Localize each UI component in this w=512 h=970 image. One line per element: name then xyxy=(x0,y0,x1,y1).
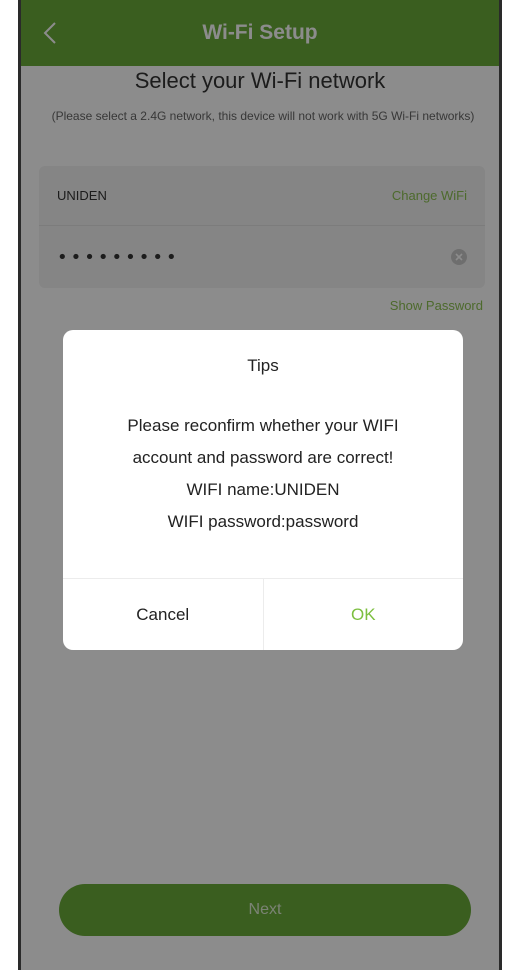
phone-screen: Wi-Fi Setup Select your Wi-Fi network (P… xyxy=(18,0,502,970)
dialog-message-line: WIFI name:UNIDEN xyxy=(186,480,340,499)
ok-button[interactable]: OK xyxy=(264,579,464,650)
tips-dialog: Tips Please reconfirm whether your WIFI … xyxy=(63,330,463,650)
dialog-message: Please reconfirm whether your WIFI accou… xyxy=(63,410,463,538)
dialog-actions: Cancel OK xyxy=(63,578,463,650)
cancel-button[interactable]: Cancel xyxy=(63,579,264,650)
dialog-message-line: account and password are correct! xyxy=(132,448,394,467)
dialog-title: Tips xyxy=(247,356,279,375)
dialog-message-line: WIFI password:password xyxy=(167,512,359,531)
dialog-message-line: Please reconfirm whether your WIFI xyxy=(127,416,399,435)
